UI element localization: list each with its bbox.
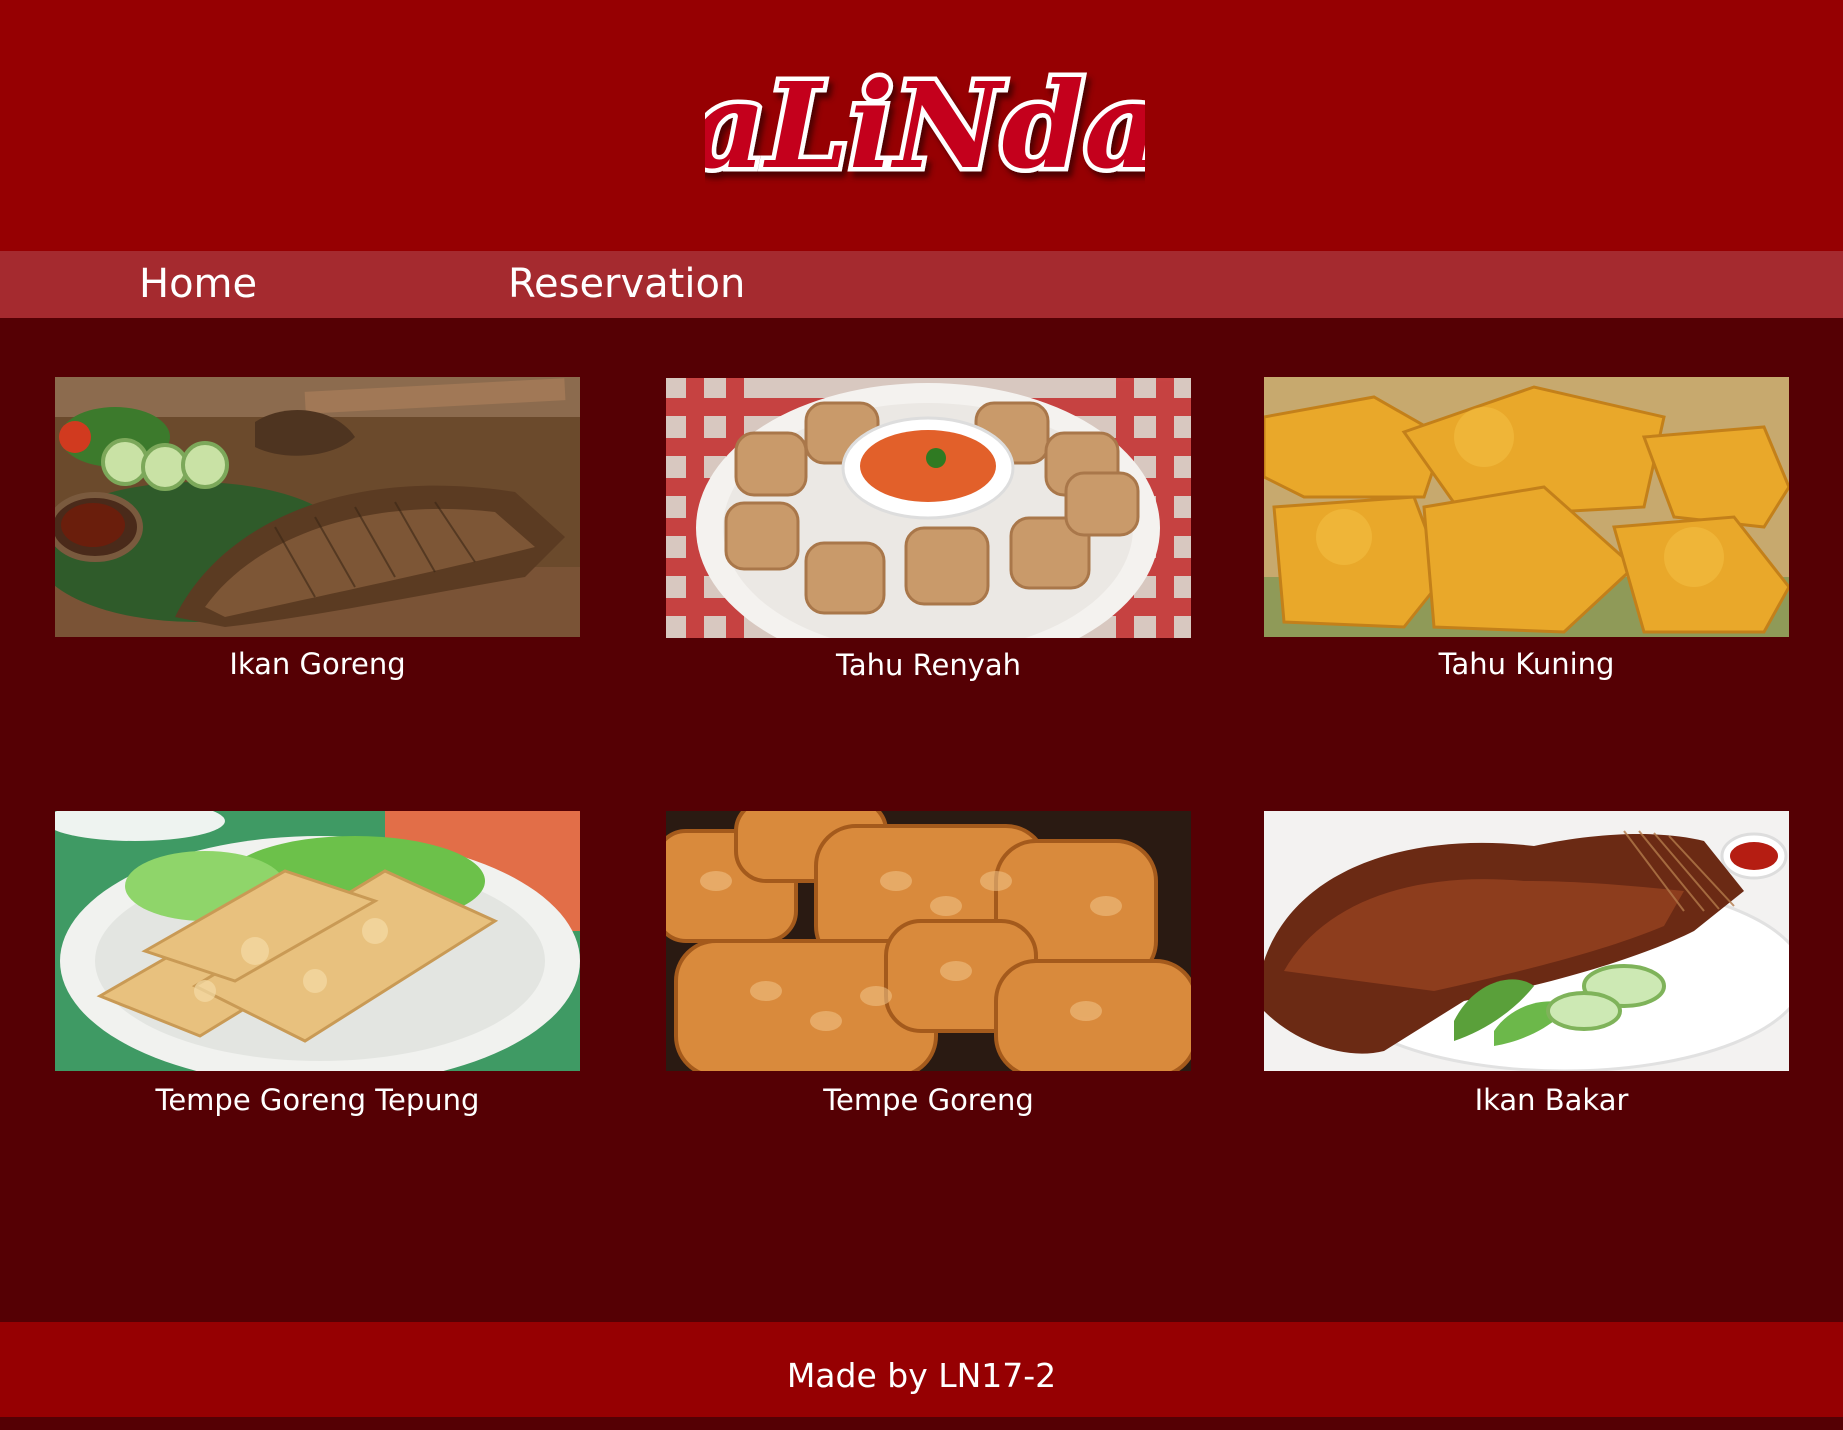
menu-item-label: Tahu Renyah (835, 648, 1022, 682)
menu-card-tempe-goreng-tepung[interactable]: Tempe Goreng Tepung (55, 811, 580, 1117)
menu-card-tahu-kuning[interactable]: Tahu Kuning (1264, 377, 1789, 681)
nav-home-link[interactable]: Home (139, 251, 257, 318)
menu-card-tahu-renyah[interactable]: Tahu Renyah (666, 378, 1191, 682)
crispy-tofu-photo[interactable] (666, 378, 1191, 638)
menu-card-tempe-goreng[interactable]: Tempe Goreng (666, 811, 1191, 1117)
grilled-fish-photo[interactable] (1264, 811, 1789, 1071)
menu-card-ikan-goreng[interactable]: Ikan Goreng (55, 377, 580, 681)
alinda-logo[interactable]: aLiNda (705, 62, 1145, 222)
menu-item-label: Tempe Goreng Tepung (155, 1083, 480, 1117)
header: aLiNda (0, 0, 1843, 251)
nav-reservation-link[interactable]: Reservation (508, 251, 745, 318)
menu-item-label: Tempe Goreng (823, 1083, 1034, 1117)
footer-credit: Made by LN17-2 (786, 1356, 1057, 1395)
fried-tempeh-photo[interactable] (666, 811, 1191, 1071)
yellow-tofu-photo[interactable] (1264, 377, 1789, 637)
footer: Made by LN17-2 (0, 1322, 1843, 1417)
menu-item-label: Tahu Kuning (1438, 647, 1615, 681)
menu-item-label: Ikan Goreng (229, 647, 406, 681)
menu-item-label: Ikan Bakar (1474, 1083, 1629, 1117)
fried-fish-photo[interactable] (55, 377, 580, 637)
navbar: Home Reservation (0, 251, 1843, 318)
menu-card-ikan-bakar[interactable]: Ikan Bakar (1264, 811, 1789, 1117)
svg-text:aLiNda: aLiNda (705, 62, 1145, 195)
battered-tempeh-photo[interactable] (55, 811, 580, 1071)
